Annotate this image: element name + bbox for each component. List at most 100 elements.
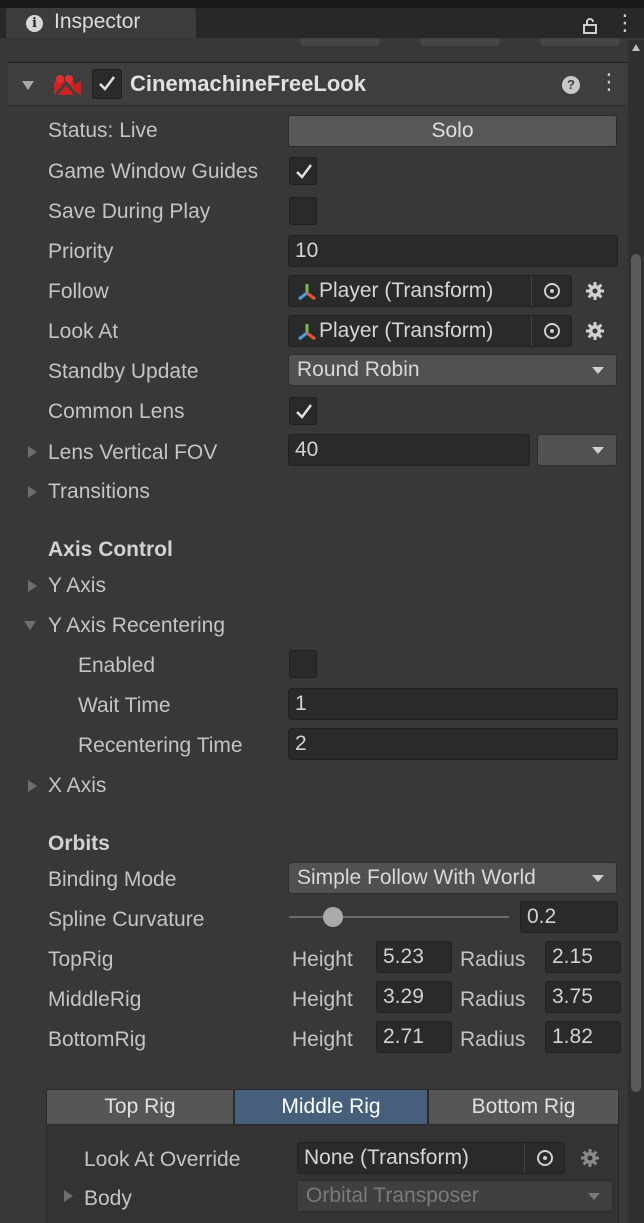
lens-preset-dropdown[interactable] (537, 434, 617, 466)
foldout-collapsed-icon[interactable] (28, 446, 37, 458)
spline-curvature-label: Spline Curvature (48, 908, 205, 931)
bottomrig-height-input[interactable]: 2.71 (376, 1021, 452, 1053)
transform-icon (298, 284, 316, 301)
radius-label: Radius (460, 1028, 526, 1051)
game-window-guides-checkbox[interactable] (289, 157, 317, 185)
kebab-menu-icon[interactable]: ⋮ (598, 71, 620, 93)
rig-settings-panel: Look At Override None (Transform) Body O… (46, 1125, 619, 1223)
chevron-down-icon (592, 367, 604, 374)
look-at-override-object-field[interactable]: None (Transform) (297, 1142, 565, 1174)
tab-inspector-label: Inspector (54, 10, 141, 33)
y-axis-foldout[interactable]: Y Axis (48, 574, 106, 598)
standby-update-value: Round Robin (297, 358, 420, 381)
foldout-collapsed-icon[interactable] (28, 486, 37, 498)
spline-curvature-input[interactable]: 0.2 (520, 901, 618, 933)
kebab-menu-icon[interactable]: ⋮ (614, 12, 636, 34)
toprig-height-input[interactable]: 5.23 (376, 941, 452, 973)
bottomrig-radius-input[interactable]: 1.82 (545, 1021, 621, 1053)
rig-tab-bar: Top Rig Middle Rig Bottom Rig (46, 1089, 619, 1125)
clipped-button (420, 38, 500, 46)
help-icon[interactable]: ? (562, 76, 580, 94)
save-during-play-label: Save During Play (48, 200, 211, 223)
info-icon: i (26, 15, 43, 32)
body-value: Orbital Transposer (306, 1184, 479, 1207)
axis-control-heading: Axis Control (48, 538, 173, 561)
component-header[interactable]: CinemachineFreeLook ? ⋮ (8, 62, 628, 106)
recentering-time-label: Recentering Time (78, 734, 243, 757)
standby-update-dropdown[interactable]: Round Robin (288, 354, 617, 386)
transform-icon (298, 324, 316, 341)
middlerig-radius-input[interactable]: 3.75 (545, 981, 621, 1013)
foldout-collapsed-icon[interactable] (28, 780, 37, 792)
binding-mode-label: Binding Mode (48, 868, 177, 891)
clipped-button (300, 38, 380, 46)
component-enabled-checkbox[interactable] (92, 69, 122, 99)
middlerig-label: MiddleRig (48, 988, 142, 1011)
foldout-expanded-icon[interactable] (24, 621, 36, 630)
tab-inspector[interactable]: i Inspector (6, 8, 196, 38)
foldout-collapsed-icon[interactable] (64, 1190, 73, 1202)
common-lens-label: Common Lens (48, 400, 185, 423)
object-picker-icon[interactable] (524, 1143, 564, 1173)
tab-bar: i Inspector ⋮ (0, 8, 644, 38)
vertical-scrollbar[interactable] (628, 40, 644, 1223)
scrollbar-thumb[interactable] (631, 254, 641, 1092)
middlerig-height-input[interactable]: 3.29 (376, 981, 452, 1013)
gear-icon[interactable] (579, 1147, 601, 1169)
recentering-enabled-checkbox[interactable] (289, 650, 317, 678)
follow-value: Player (Transform) (319, 279, 494, 302)
status-label: Status: Live (48, 119, 158, 142)
component-title: CinemachineFreeLook (130, 71, 366, 96)
toprig-label: TopRig (48, 948, 114, 971)
chevron-down-icon (592, 875, 604, 882)
foldout-collapsed-icon[interactable] (28, 580, 37, 592)
wait-time-input[interactable]: 1 (288, 688, 618, 720)
x-axis-foldout[interactable]: X Axis (48, 774, 106, 798)
look-at-value: Player (Transform) (319, 319, 494, 342)
gear-icon[interactable] (584, 320, 606, 342)
spline-curvature-slider-track[interactable] (289, 916, 509, 918)
chevron-down-icon (588, 1193, 600, 1200)
lock-icon[interactable] (582, 18, 598, 34)
object-picker-icon[interactable] (531, 276, 571, 306)
common-lens-checkbox[interactable] (289, 397, 317, 425)
transitions-foldout[interactable]: Transitions (48, 480, 150, 504)
save-during-play-checkbox[interactable] (289, 197, 317, 225)
tab-top-rig[interactable]: Top Rig (46, 1089, 234, 1125)
foldout-expanded-icon[interactable] (22, 81, 34, 90)
gear-icon[interactable] (584, 280, 606, 302)
game-window-guides-label: Game Window Guides (48, 160, 259, 183)
look-at-label: Look At (48, 320, 119, 343)
binding-mode-value: Simple Follow With World (297, 866, 536, 889)
spline-curvature-slider-thumb[interactable] (323, 907, 343, 927)
priority-input[interactable]: 10 (288, 235, 618, 267)
radius-label: Radius (460, 948, 526, 971)
enabled-label: Enabled (78, 654, 156, 677)
window-top-strip (0, 0, 644, 8)
y-axis-recentering-foldout[interactable]: Y Axis Recentering (48, 614, 225, 638)
tab-bottom-rig[interactable]: Bottom Rig (428, 1089, 619, 1125)
tab-middle-rig[interactable]: Middle Rig (234, 1089, 428, 1125)
height-label: Height (292, 988, 353, 1011)
priority-label: Priority (48, 240, 114, 263)
clipped-button (540, 38, 620, 46)
radius-label: Radius (460, 988, 526, 1011)
toprig-radius-input[interactable]: 2.15 (545, 941, 621, 973)
scroll-up-arrow-icon[interactable] (632, 44, 640, 51)
recentering-time-input[interactable]: 2 (288, 728, 618, 760)
cinemachine-camera-icon (54, 75, 81, 96)
height-label: Height (292, 1028, 353, 1051)
wait-time-label: Wait Time (78, 694, 171, 717)
solo-button[interactable]: Solo (288, 115, 617, 147)
follow-object-field[interactable]: Player (Transform) (288, 275, 572, 307)
lens-vertical-fov-input[interactable]: 40 (288, 434, 530, 466)
orbits-heading: Orbits (48, 832, 110, 855)
look-at-object-field[interactable]: Player (Transform) (288, 315, 572, 347)
object-picker-icon[interactable] (531, 316, 571, 346)
height-label: Height (292, 948, 353, 971)
check-icon (99, 76, 115, 91)
body-foldout[interactable]: Body (84, 1187, 132, 1211)
check-icon (296, 404, 312, 419)
lens-vertical-fov-label[interactable]: Lens Vertical FOV (48, 441, 217, 465)
binding-mode-dropdown[interactable]: Simple Follow With World (288, 862, 617, 894)
